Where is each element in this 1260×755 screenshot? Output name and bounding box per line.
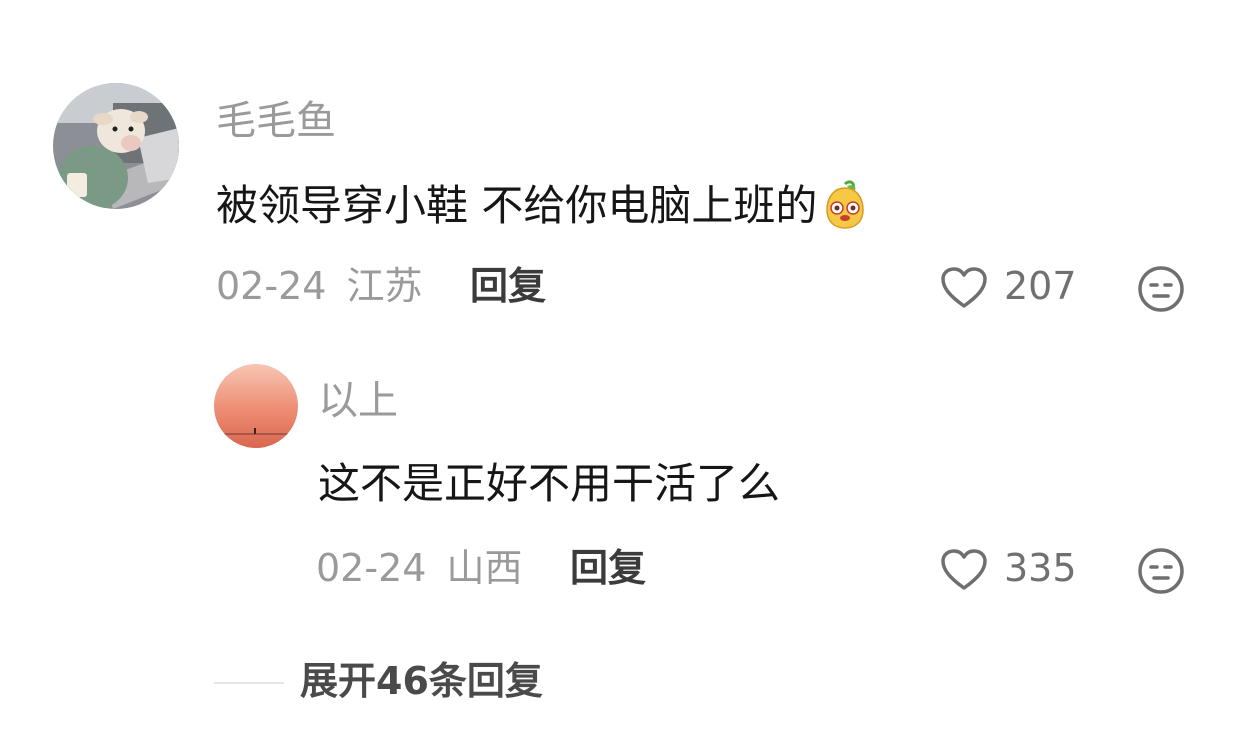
comment-reply-button[interactable]: 回复 [470, 267, 546, 305]
expand-replies-button[interactable]: 展开46条回复 [300, 662, 543, 700]
reply-like-count: 335 [1004, 546, 1077, 590]
heart-outline-icon[interactable] [940, 266, 988, 310]
comment-text-body: 被领导穿小鞋 不给你电脑上班的 [216, 181, 818, 230]
reply-username[interactable]: 以上 [318, 381, 398, 421]
heart-outline-icon[interactable] [940, 548, 988, 592]
reply-date-value: 02-24 [316, 546, 427, 590]
comment-date-value: 02-24 [216, 264, 327, 308]
comment-text: 被领导穿小鞋 不给你电脑上班的 [216, 180, 871, 232]
comment-date: 02-24 江苏 [216, 267, 423, 305]
reply-avatar[interactable] [214, 364, 298, 448]
expand-divider [214, 682, 284, 684]
reply-date: 02-24 山西 [316, 549, 523, 587]
comment-location: 江苏 [346, 264, 423, 308]
comment-like-count: 207 [1004, 264, 1077, 308]
comment-username[interactable]: 毛毛鱼 [216, 101, 336, 141]
expressionless-face-icon[interactable] [1137, 265, 1185, 313]
smiling-face-emoji-icon [819, 180, 871, 232]
reply-location: 山西 [446, 546, 523, 590]
expressionless-face-icon[interactable] [1137, 547, 1185, 595]
reply-reply-button[interactable]: 回复 [570, 549, 646, 587]
reply-text: 这不是正好不用干活了么 [318, 459, 781, 508]
comment-avatar[interactable] [53, 83, 179, 209]
